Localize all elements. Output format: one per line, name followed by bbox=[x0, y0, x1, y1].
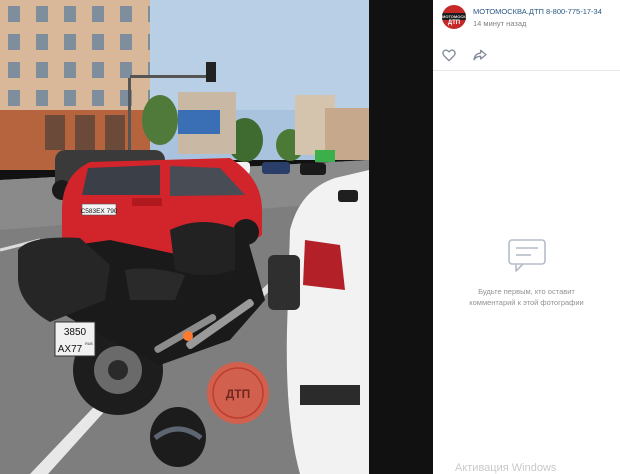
avatar[interactable]: МОТОМОСКВА ДТП bbox=[442, 5, 466, 29]
post-photo[interactable]: С583ЕХ 790 3850 АХ77 RUS ДТП bbox=[0, 0, 369, 474]
photo-viewer: С583ЕХ 790 3850 АХ77 RUS ДТП МОТОМОСК ДТ… bbox=[0, 0, 620, 474]
empty-comments-line2: комментарий к этой фотографии bbox=[469, 298, 584, 307]
moto-plate-line1: 3850 bbox=[64, 327, 87, 338]
windows-activation-watermark: Активация Windows bbox=[455, 462, 557, 474]
author-link[interactable]: МОТОМОСКВА.ДТП 8-800-775-17-34 bbox=[473, 7, 618, 16]
post-sidebar: МОТОМОСКВА ДТП МОТОМОСКВА.ДТП 8-800-775-… bbox=[433, 0, 620, 474]
avatar-label: ДТП bbox=[447, 20, 461, 26]
accident-photo: С583ЕХ 790 3850 АХ77 RUS ДТП bbox=[0, 0, 369, 474]
share-arrow-icon[interactable] bbox=[472, 47, 488, 63]
post-timestamp[interactable]: 14 минут назад bbox=[473, 19, 526, 28]
empty-comments: Будьте первым, кто оставит комментарий к… bbox=[433, 238, 620, 308]
heart-outline-icon[interactable] bbox=[441, 47, 457, 63]
moto-plate-region: RUS bbox=[85, 342, 93, 346]
post-header: МОТОМОСКВА ДТП МОТОМОСКВА.ДТП 8-800-775-… bbox=[433, 0, 620, 34]
empty-comments-text: Будьте первым, кто оставит комментарий к… bbox=[433, 286, 620, 308]
empty-comments-line1: Будьте первым, кто оставит bbox=[478, 287, 575, 296]
car-plate-text: С583ЕХ 790 bbox=[81, 208, 118, 215]
stamp-label: ДТП bbox=[226, 387, 251, 401]
post-actions bbox=[433, 40, 620, 71]
comments-empty-icon bbox=[507, 239, 546, 272]
moto-plate-line2: АХ77 bbox=[58, 344, 83, 355]
